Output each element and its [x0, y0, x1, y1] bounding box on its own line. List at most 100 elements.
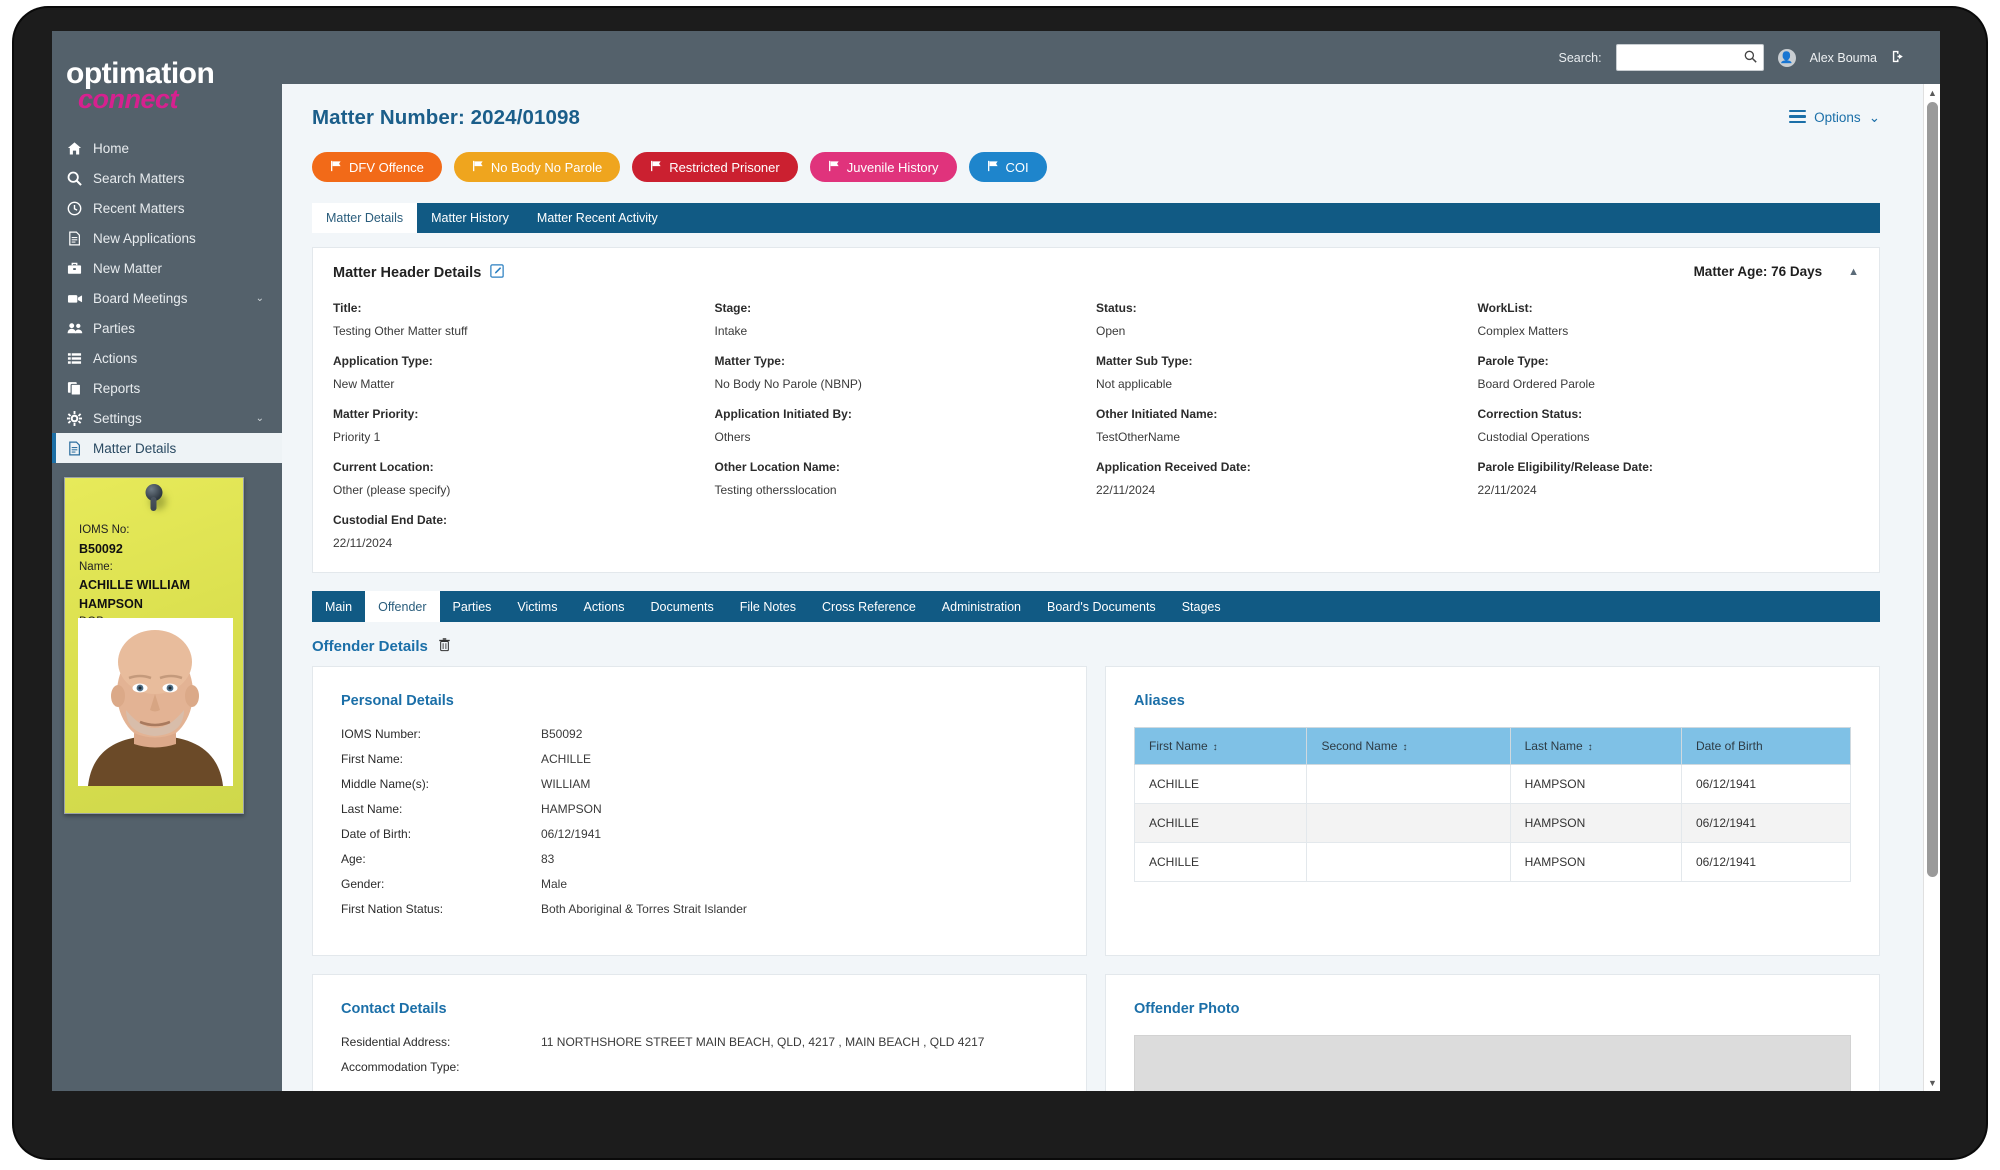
cell-second: [1306, 764, 1511, 804]
field-label: Other Initiated Name:: [1096, 407, 1218, 421]
sidebar-item-actions[interactable]: Actions: [52, 343, 282, 373]
subtab-cross-reference[interactable]: Cross Reference: [809, 591, 929, 622]
flag-badge-dfv-offence[interactable]: DFV Offence: [312, 152, 442, 182]
sidebar-item-matter-details[interactable]: Matter Details: [52, 433, 282, 463]
subtab-board-s-documents[interactable]: Board's Documents: [1034, 591, 1169, 622]
flag-badge-no-body-no-parole[interactable]: No Body No Parole: [453, 152, 621, 182]
tab-matter-history[interactable]: Matter History: [417, 203, 523, 233]
detail-row: Date of Birth: 06/12/1941: [341, 827, 1058, 841]
sidebar-item-label: Actions: [93, 350, 138, 366]
detail-value: Both Aboriginal & Torres Strait Islander: [541, 902, 747, 916]
field-empty: [1478, 513, 1860, 550]
field-label: Parole Eligibility/Release Date:: [1477, 460, 1653, 474]
table-row[interactable]: ACHILLE HAMPSON 06/12/1941: [1133, 764, 1852, 804]
personal-details-rows: IOMS Number: B50092 First Name: ACHILLE Midd…: [341, 727, 1058, 916]
field-label: Application Type:: [333, 354, 433, 368]
subtab-offender[interactable]: Offender: [365, 591, 440, 622]
edit-icon[interactable]: [490, 264, 505, 281]
search-icon[interactable]: [1744, 50, 1757, 66]
options-label: Options: [1814, 110, 1861, 126]
subtab-file-notes[interactable]: File Notes: [727, 591, 809, 622]
sidebar-item-recent-matters[interactable]: Recent Matters: [52, 193, 282, 223]
subtab-parties[interactable]: Parties: [440, 591, 505, 622]
chevron-up-icon[interactable]: ▲: [1848, 266, 1859, 278]
detail-value: HAMPSON: [541, 802, 602, 816]
field-label: Parole Type:: [1477, 354, 1549, 368]
flag-badge-juvenile-history[interactable]: Juvenile History: [809, 152, 957, 182]
search-box[interactable]: [1615, 44, 1764, 71]
sort-icon[interactable]: ↕: [1403, 742, 1408, 753]
chevron-down-icon: ⌄: [255, 292, 264, 304]
field-value: Testing othersslocation: [714, 483, 837, 497]
people-icon: [67, 321, 93, 336]
page-title: Matter Number: 2024/01098: [312, 106, 580, 129]
column-header-date-of-birth[interactable]: Date of Birth: [1680, 727, 1852, 765]
search-input[interactable]: [1622, 50, 1744, 65]
card-name-label: Name:: [79, 560, 113, 573]
column-header-second-name[interactable]: Second Name ↕: [1306, 727, 1511, 765]
sidebar-item-new-matter[interactable]: New Matter: [52, 253, 282, 283]
sidebar-item-settings[interactable]: Settings ⌄: [52, 403, 282, 433]
sidebar-item-board-meetings[interactable]: Board Meetings ⌄: [52, 283, 282, 313]
field-value: Priority 1: [333, 430, 381, 444]
aliases-table-body: ACHILLE HAMPSON 06/12/1941 ACHILLE HAMPSON 06…: [1133, 764, 1852, 882]
field-value: Testing Other Matter stuff: [333, 324, 468, 338]
contact-label: Residential Address:: [341, 1035, 451, 1049]
sidebar-item-parties[interactable]: Parties: [52, 313, 282, 343]
field-value: Other (please specify): [333, 483, 451, 497]
sidebar-item-label: Matter Details: [93, 440, 177, 456]
sidebar-item-label: Settings: [93, 410, 142, 426]
sort-icon[interactable]: ↕: [1588, 742, 1593, 753]
column-header-first-name[interactable]: First Name ↕: [1133, 727, 1308, 765]
logout-icon[interactable]: [1891, 49, 1906, 67]
field-status: Status: Open: [1096, 301, 1478, 338]
sidebar-item-home[interactable]: Home: [52, 133, 282, 163]
subtab-label: Board's Documents: [1047, 599, 1156, 614]
video-icon: [67, 291, 93, 306]
column-label: Date of Birth: [1695, 739, 1763, 753]
column-header-last-name[interactable]: Last Name ↕: [1509, 727, 1682, 765]
tab-matter-details[interactable]: Matter Details: [312, 203, 418, 233]
sidebar-item-reports[interactable]: Reports: [52, 373, 282, 403]
sidebar-item-label: Search Matters: [93, 170, 185, 186]
scroll-up-arrow-icon[interactable]: ▲: [1924, 84, 1940, 101]
tab-matter-recent-activity[interactable]: Matter Recent Activity: [523, 203, 672, 233]
document-icon: [67, 441, 93, 456]
search-icon: [67, 171, 93, 186]
field-label: Application Received Date:: [1096, 460, 1251, 474]
subtab-documents[interactable]: Documents: [637, 591, 726, 622]
detail-label: Age:: [341, 852, 366, 866]
badge-label: Juvenile History: [846, 159, 939, 175]
field-label: Current Location:: [333, 460, 434, 474]
contact-row: Residential Address: 11 NORTHSHORE STREET…: [341, 1035, 1058, 1049]
subtab-stages[interactable]: Stages: [1169, 591, 1234, 622]
aliases-table: First Name ↕ Second Name ↕ Last Name ↕ Date of…: [1133, 727, 1852, 882]
vertical-scrollbar[interactable]: ▲ ▼: [1923, 84, 1940, 1091]
cell-first: ACHILLE: [1133, 764, 1308, 804]
trash-icon[interactable]: [438, 638, 451, 655]
matter-age-label: Matter Age: 76 Days: [1693, 264, 1823, 279]
field-matter-type: Matter Type: No Body No Parole (NBNP): [715, 354, 1097, 391]
document-icon: [67, 231, 93, 246]
cell-last: HAMPSON: [1509, 764, 1682, 804]
scrollbar-thumb[interactable]: [1927, 102, 1938, 877]
cell-last: HAMPSON: [1509, 803, 1682, 843]
user-name[interactable]: Alex Bouma: [1810, 51, 1877, 65]
flag-badge-coi[interactable]: COI: [968, 152, 1047, 182]
subtab-administration[interactable]: Administration: [929, 591, 1034, 622]
subtab-main[interactable]: Main: [312, 591, 365, 622]
table-row[interactable]: ACHILLE HAMPSON 06/12/1941: [1133, 803, 1852, 843]
options-button[interactable]: Options ⌄: [1789, 109, 1880, 126]
field-value: Complex Matters: [1477, 324, 1569, 338]
sort-icon[interactable]: ↕: [1213, 742, 1218, 753]
sidebar-item-search-matters[interactable]: Search Matters: [52, 163, 282, 193]
subtab-victims[interactable]: Victims: [504, 591, 570, 622]
field-empty: [1096, 513, 1478, 550]
subtab-actions[interactable]: Actions: [570, 591, 637, 622]
scroll-down-arrow-icon[interactable]: ▼: [1924, 1074, 1940, 1091]
contact-details-panel: Contact Details Residential Address: 11 N…: [312, 974, 1087, 1091]
flag-badge-restricted-prisoner[interactable]: Restricted Prisoner: [632, 152, 798, 182]
table-row[interactable]: ACHILLE HAMPSON 06/12/1941: [1133, 842, 1852, 882]
field-value: 22/11/2024: [1096, 483, 1156, 497]
sidebar-item-new-applications[interactable]: New Applications: [52, 223, 282, 253]
